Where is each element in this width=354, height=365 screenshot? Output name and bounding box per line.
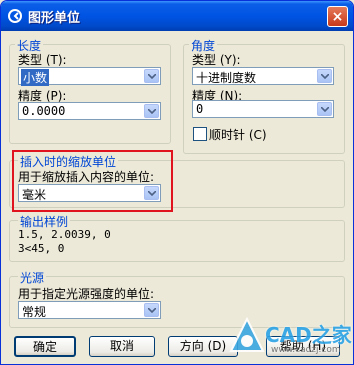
length-precision-select[interactable]: 0.0000: [18, 102, 161, 120]
length-type-select[interactable]: 小数: [18, 67, 161, 86]
ok-button[interactable]: 确定: [14, 336, 76, 357]
length-type-label: 类型 (T):: [18, 53, 67, 67]
angle-type-label: 类型 (Y):: [192, 53, 241, 67]
angle-precision-value: 0: [196, 102, 204, 116]
direction-button[interactable]: 方向 (D): [168, 336, 238, 357]
chevron-down-icon[interactable]: [144, 303, 159, 317]
units-dialog: 图形单位 × 长度 类型 (T): 小数 精度 (P): 0.0000 角度 类…: [0, 0, 354, 365]
sample-output-line2: 3<45, 0: [18, 242, 65, 255]
chevron-down-icon[interactable]: [144, 69, 159, 83]
clockwise-label[interactable]: 顺时针 (C): [209, 126, 267, 143]
chevron-down-icon[interactable]: [144, 104, 159, 118]
angle-type-value: 十进制度数: [196, 71, 257, 85]
watermark-text: CAD之家: [265, 323, 352, 347]
cancel-button[interactable]: 取消: [89, 336, 155, 357]
close-button[interactable]: ×: [327, 6, 348, 27]
window-title: 图形单位: [28, 11, 81, 26]
lighting-select[interactable]: 常规: [18, 301, 161, 319]
angle-type-select[interactable]: 十进制度数: [192, 67, 334, 85]
sample-output-line1: 1.5, 2.0039, 0: [18, 228, 111, 241]
title-bar[interactable]: 图形单位 ×: [1, 1, 353, 31]
lighting-group-label: 光源: [18, 269, 47, 286]
chevron-down-icon[interactable]: [317, 69, 332, 83]
highlight-box: [12, 150, 173, 212]
watermark-url: www.cadzj.com: [271, 345, 341, 355]
clockwise-checkbox[interactable]: [193, 127, 207, 141]
lighting-value: 常规: [22, 305, 47, 319]
lighting-desc: 用于指定光源强度的单位:: [18, 287, 155, 301]
chevron-down-icon[interactable]: [317, 102, 332, 116]
watermark-logo: CAD之家 www.cadzj.com: [229, 313, 353, 361]
watermark-logo-icon: [229, 317, 265, 352]
angle-precision-select[interactable]: 0: [192, 100, 334, 118]
app-icon: [8, 9, 22, 23]
length-type-value: 小数: [21, 69, 50, 86]
length-precision-value: 0.0000: [22, 104, 66, 118]
